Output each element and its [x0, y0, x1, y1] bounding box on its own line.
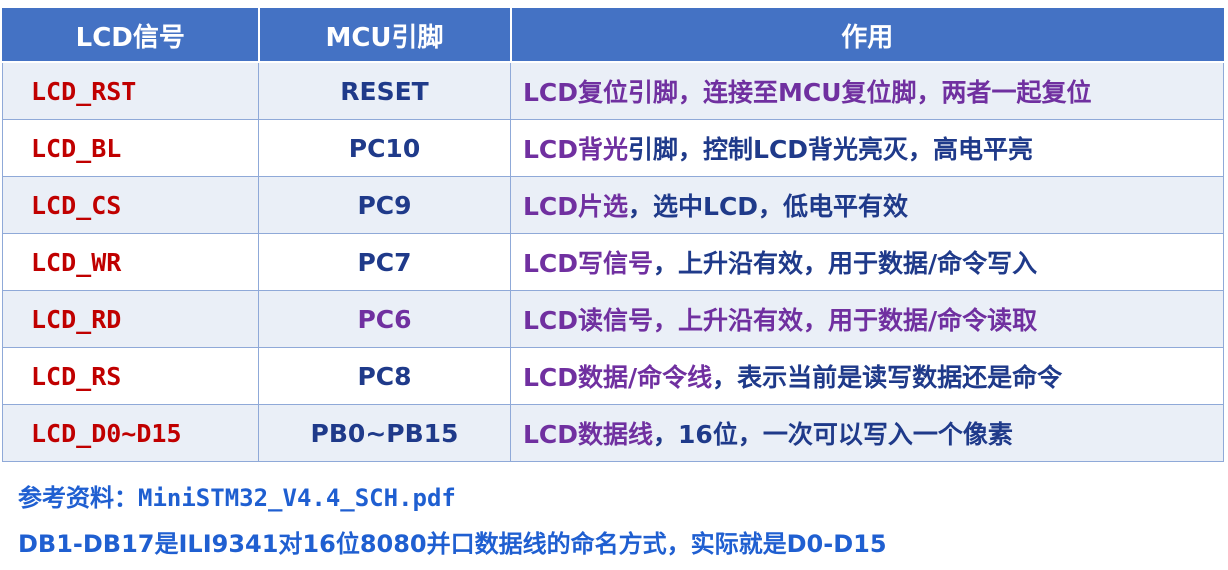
- lcd-signal-cell: LCD_BL: [2, 119, 259, 177]
- function-cell: LCD复位引脚，连接至MCU复位脚，两者一起复位: [510, 61, 1224, 120]
- function-subject: LCD背光: [523, 135, 629, 164]
- mcu-pin-cell: PC7: [258, 233, 511, 291]
- function-detail: 引脚，控制LCD背光亮灭，高电平亮: [628, 135, 1034, 164]
- table-row: LCD_BL PC10 LCD背光引脚，控制LCD背光亮灭，高电平亮: [2, 119, 1224, 177]
- function-cell: LCD写信号，上升沿有效，用于数据/命令写入: [510, 233, 1224, 291]
- function-subject: LCD数据线: [523, 420, 654, 449]
- header-function: 作用: [509, 8, 1224, 63]
- function-subject: LCD写信号: [523, 249, 654, 278]
- mcu-pin-cell: PC8: [258, 347, 511, 405]
- lcd-signal-cell: LCD_D0~D15: [2, 404, 259, 462]
- function-subject: LCD数据/命令线: [523, 363, 713, 392]
- function-cell: LCD片选，选中LCD，低电平有效: [510, 176, 1224, 234]
- lcd-signal-cell: LCD_RS: [2, 347, 259, 405]
- lcd-signal-cell: LCD_RST: [2, 61, 259, 120]
- function-detail: ，表示当前是读写数据还是命令: [712, 363, 1063, 392]
- lcd-signal-cell: LCD_CS: [2, 176, 259, 234]
- table-row: LCD_D0~D15 PB0~PB15 LCD数据线，16位，一次可以写入一个像…: [2, 404, 1224, 462]
- function-cell: LCD背光引脚，控制LCD背光亮灭，高电平亮: [510, 119, 1224, 177]
- table-row: LCD_WR PC7 LCD写信号，上升沿有效，用于数据/命令写入: [2, 233, 1224, 291]
- data-bus-note: DB1-DB17是ILI9341对16位8080并口数据线的命名方式，实际就是D…: [18, 530, 887, 558]
- function-detail: ，16位，一次可以写入一个像素: [653, 420, 1013, 449]
- reference-note: 参考资料：MiniSTM32_V4.4_SCH.pdf: [18, 484, 456, 512]
- table-header-row: LCD信号 MCU引脚 作用: [2, 8, 1224, 63]
- header-lcd-signal: LCD信号: [2, 8, 259, 63]
- function-subject: LCD读信号: [523, 306, 654, 335]
- mcu-pin-cell: PC10: [258, 119, 511, 177]
- function-detail: ，上升沿有效，用于数据/命令读取: [653, 306, 1038, 335]
- function-detail: ，选中LCD，低电平有效: [628, 192, 909, 221]
- function-detail: 引脚，连接至MCU复位脚，两者一起复位: [628, 78, 1092, 107]
- table-row: LCD_RST RESET LCD复位引脚，连接至MCU复位脚，两者一起复位: [2, 61, 1224, 120]
- mcu-pin-cell: PC9: [258, 176, 511, 234]
- function-cell: LCD数据线，16位，一次可以写入一个像素: [510, 404, 1224, 462]
- mcu-pin-cell: PB0~PB15: [258, 404, 511, 462]
- header-mcu-pin: MCU引脚: [257, 8, 511, 63]
- function-detail: ，上升沿有效，用于数据/命令写入: [653, 249, 1038, 278]
- table-row: LCD_CS PC9 LCD片选，选中LCD，低电平有效: [2, 176, 1224, 234]
- function-cell: LCD数据/命令线，表示当前是读写数据还是命令: [510, 347, 1224, 405]
- table-row: LCD_RD PC6 LCD读信号，上升沿有效，用于数据/命令读取: [2, 290, 1224, 348]
- function-subject: LCD片选: [523, 192, 629, 221]
- lcd-signal-cell: LCD_WR: [2, 233, 259, 291]
- pin-mapping-table: LCD信号 MCU引脚 作用 LCD_RST RESET LCD复位引脚，连接至…: [2, 8, 1224, 462]
- table-row: LCD_RS PC8 LCD数据/命令线，表示当前是读写数据还是命令: [2, 347, 1224, 405]
- lcd-signal-cell: LCD_RD: [2, 290, 259, 348]
- mcu-pin-cell: PC6: [258, 290, 511, 348]
- function-subject: LCD复位: [523, 78, 629, 107]
- mcu-pin-cell: RESET: [258, 61, 511, 120]
- function-cell: LCD读信号，上升沿有效，用于数据/命令读取: [510, 290, 1224, 348]
